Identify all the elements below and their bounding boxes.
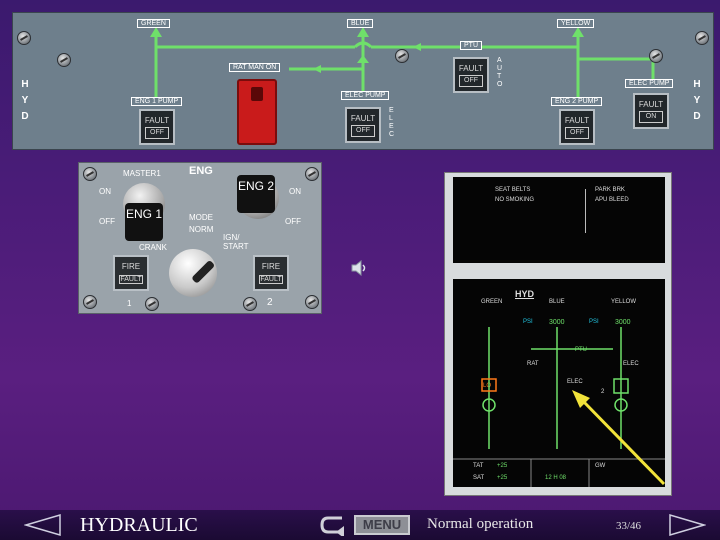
screw-icon	[305, 295, 319, 309]
mode-selector-knob[interactable]	[169, 249, 217, 297]
ptu-fault-text: FAULT	[458, 64, 484, 73]
presentation-bottom-bar: HYDRAULIC MENU Normal operation 33/46	[0, 510, 720, 540]
elec-pump-yellow-label: ELEC PUMP	[625, 79, 674, 88]
ewd-screen: SEAT BELTS NO SMOKING PARK BRK APU BLEED	[453, 177, 665, 263]
elec-pump-blue-label: ELEC PUMP	[341, 91, 390, 100]
blue-elec-fault-text: FAULT	[350, 114, 376, 123]
green-system-label: GREEN	[137, 19, 170, 28]
yellow-elec-pump-pushbutton[interactable]: FAULT ON	[633, 93, 669, 129]
master1-on-label: ON	[99, 187, 111, 196]
speaker-icon[interactable]	[350, 260, 370, 276]
hyd-overhead-panel: GREEN BLUE YELLOW PTU FAULT OFF AUTO RAT…	[12, 12, 714, 150]
engine-start-panel: MASTER1 ENG ON OFF ON OFF ENG 1 ENG 2 MO…	[78, 162, 322, 314]
eng1-pump-off-text: OFF	[145, 127, 169, 139]
mode-selector-pointer	[191, 259, 216, 284]
slide-title: HYDRAULIC	[80, 514, 198, 536]
memo-seat-belts: SEAT BELTS	[495, 187, 531, 193]
rat-guard-handle	[251, 87, 263, 101]
eng2-fire-text: FIRE	[261, 262, 281, 271]
tat-label: TAT	[473, 463, 484, 469]
yellow-elec-fault-text: FAULT	[638, 100, 664, 109]
ign-start-label: IGN/ START	[223, 233, 249, 251]
master2-switch-label: ENG 2	[237, 175, 275, 213]
screw-icon	[145, 297, 159, 311]
blue-elec-pump-pushbutton[interactable]: FAULT OFF	[345, 107, 381, 143]
menu-button[interactable]: MENU	[354, 515, 410, 535]
rat-man-on-label: RAT MAN ON	[229, 63, 281, 72]
ptu-pushbutton[interactable]: FAULT OFF	[453, 57, 489, 93]
eng2-fault-text: FAULT	[259, 275, 283, 284]
hyd-side-label-right: HYD	[693, 79, 701, 122]
eng2-pump-pushbutton[interactable]: FAULT OFF	[559, 109, 595, 145]
memo-park-brk: PARK BRK	[595, 187, 625, 193]
screw-icon	[83, 295, 97, 309]
yellow-system-label: YELLOW	[557, 19, 595, 28]
elec-vertical-label: ELEC	[389, 107, 395, 138]
screw-icon	[83, 167, 97, 181]
eng1-fire-text: FIRE	[121, 262, 141, 271]
hyd-side-label-left: HYD	[21, 79, 29, 122]
sat-value: +25	[497, 475, 508, 481]
eng1-pump-pushbutton[interactable]: FAULT OFF	[139, 109, 175, 145]
screw-icon	[649, 49, 663, 63]
pointer-arrow-icon	[572, 390, 666, 486]
eng2-pump-fault-text: FAULT	[564, 116, 590, 125]
auto-label: AUTO	[497, 57, 503, 88]
norm-label: NORM	[189, 225, 214, 234]
master2-off-label: OFF	[285, 217, 301, 226]
blue-elec-off-text: OFF	[351, 125, 375, 137]
eng1-pump-label: ENG 1 PUMP	[131, 97, 183, 106]
crank-label: CRANK	[139, 243, 168, 252]
ptu-off-text: OFF	[459, 75, 483, 87]
memo-apu-bleed: APU BLEED	[595, 197, 629, 203]
yellow-elec-on-text: ON	[639, 111, 663, 123]
screw-icon	[395, 49, 409, 63]
eng2-pump-label: ENG 2 PUMP	[551, 97, 603, 106]
eng-panel-title: ENG	[189, 165, 213, 177]
rat-guarded-pushbutton[interactable]	[237, 79, 277, 145]
screw-icon	[57, 53, 71, 67]
master1-switch-label: ENG 1	[125, 203, 163, 241]
memo-divider	[585, 189, 586, 233]
next-arrow-icon[interactable]	[666, 514, 706, 536]
master1-label: MASTER1	[123, 169, 161, 178]
screw-icon	[243, 297, 257, 311]
eng2-number: 2	[267, 297, 273, 308]
eng1-fault-text: FAULT	[119, 275, 143, 284]
tat-value: +25	[497, 463, 508, 469]
sat-label: SAT	[473, 475, 485, 481]
slide-page-number: 33/46	[616, 520, 642, 532]
ptu-label: PTU	[460, 41, 482, 50]
eng1-number: 1	[127, 299, 132, 308]
screw-icon	[695, 31, 709, 45]
memo-no-smoking: NO SMOKING	[495, 197, 535, 203]
eng2-fire-fault-indicator: FIRE FAULT	[253, 255, 289, 291]
return-arrow-icon[interactable]	[318, 514, 348, 536]
master2-on-label: ON	[289, 187, 301, 196]
previous-arrow-icon[interactable]	[24, 514, 64, 536]
blue-system-label: BLUE	[347, 19, 374, 28]
mode-label: MODE	[189, 213, 213, 222]
screw-icon	[305, 167, 319, 181]
eng1-pump-fault-text: FAULT	[144, 116, 170, 125]
slide-subtitle: Normal operation	[427, 516, 534, 532]
eng1-fire-fault-indicator: FIRE FAULT	[113, 255, 149, 291]
eng2-pump-off-text: OFF	[565, 127, 589, 139]
master1-off-label: OFF	[99, 217, 115, 226]
screw-icon	[17, 31, 31, 45]
